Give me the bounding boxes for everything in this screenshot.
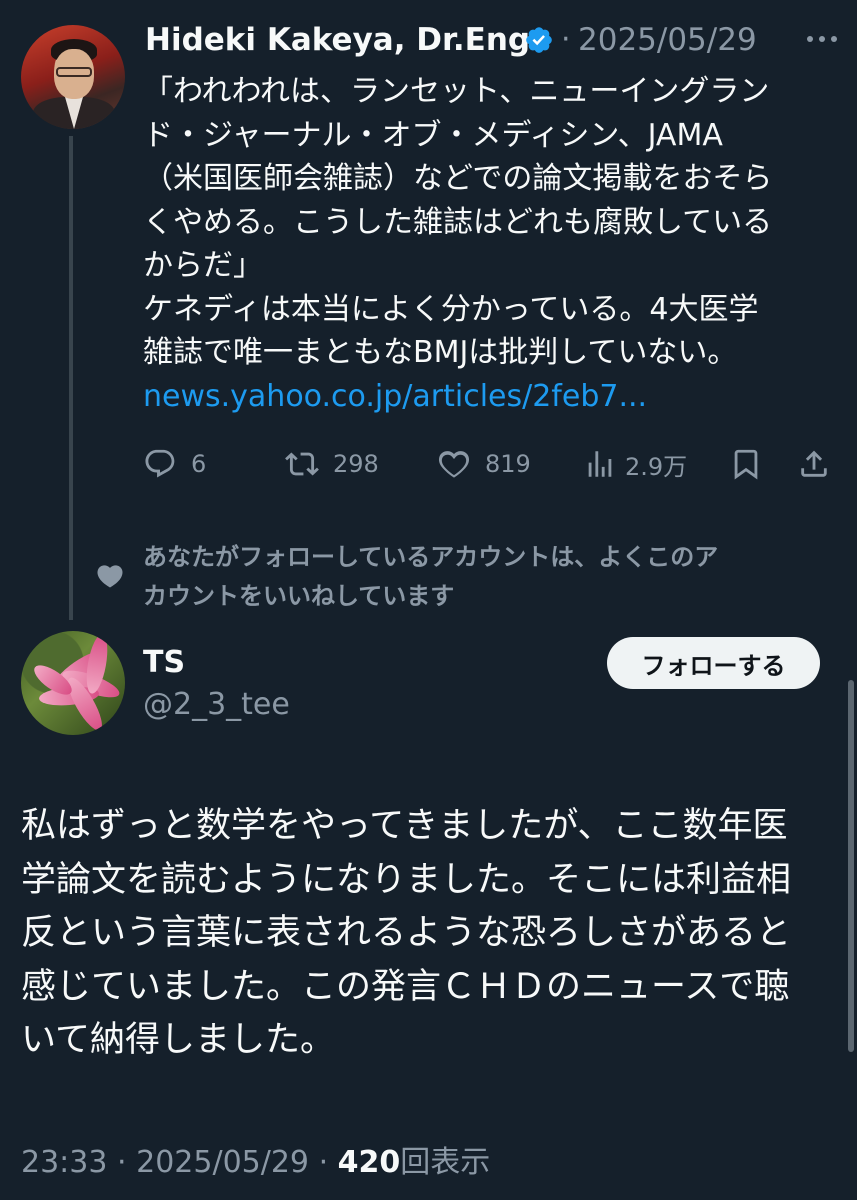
view-count-label: 回表示 <box>400 1145 491 1180</box>
share-button[interactable] <box>797 442 831 486</box>
analytics-icon <box>588 451 612 477</box>
follow-button[interactable]: フォローする <box>607 637 820 689</box>
quoted-text-line: ド・ジャーナル・オブ・メディシン、JAMA <box>143 117 723 153</box>
quoted-text-line: （米国医師会雑誌）などでの論文掲載をおそら <box>143 161 773 196</box>
main-tweet-text: 私はずっと数学をやってきましたが、ここ数年医 学論文を読むようになりました。そこ… <box>21 800 841 1068</box>
reply-icon <box>145 449 175 478</box>
thread-line <box>69 136 73 620</box>
quoted-text-line: からだ」 <box>143 248 263 283</box>
quoted-author-avatar[interactable] <box>21 25 125 129</box>
social-context-line: あなたがフォローしているアカウントは、よくこのア <box>143 543 719 571</box>
main-text-line: 感じていました。この発言ＣＨＤのニュースで聴 <box>21 966 790 1007</box>
like-button[interactable]: 819 <box>437 442 531 486</box>
quoted-text-line: くやめる。こうした雑誌はどれも腐敗している <box>143 204 773 240</box>
tweet-time[interactable]: 23:33 <box>21 1145 107 1180</box>
main-text-line: いて納得しました。 <box>21 1020 335 1060</box>
article-link[interactable]: news.yahoo.co.jp/articles/2feb7... <box>143 375 843 419</box>
repost-button[interactable]: 298 <box>285 442 379 486</box>
quoted-date[interactable]: 2025/05/29 <box>578 22 757 58</box>
social-context-line: カウントをいいねしています <box>143 582 455 610</box>
bookmark-icon <box>734 449 758 480</box>
separator-dot: · <box>318 1145 329 1180</box>
reply-count: 6 <box>191 450 207 478</box>
tweet-meta: 23:33 · 2025/05/29 · 420回表示 <box>21 1137 490 1181</box>
like-icon <box>438 451 470 478</box>
main-text-line: 反という言葉に表されるような恐ろしさがあると <box>21 913 792 953</box>
social-context: あなたがフォローしているアカウントは、よくこのア カウントをいいねしています <box>143 538 843 616</box>
heart-icon <box>97 565 123 588</box>
quoted-author-name[interactable]: Hideki Kakeya, Dr.Eng. <box>145 22 542 58</box>
separator-dot: · <box>561 22 571 57</box>
separator-dot: · <box>117 1145 127 1180</box>
quoted-tweet-text: 「われわれは、ランセット、ニューイングラン ド・ジャーナル・オブ・メディシン、J… <box>143 70 843 418</box>
view-count-number: 420 <box>337 1145 401 1180</box>
tweet-date[interactable]: 2025/05/29 <box>136 1145 309 1180</box>
more-icon[interactable] <box>807 36 837 44</box>
verified-badge-icon <box>526 27 552 53</box>
repost-count: 298 <box>333 450 379 478</box>
main-text-line: 学論文を読むようになりました。そこには利益相 <box>21 859 792 900</box>
main-text-line: 私はずっと数学をやってきましたが、ここ数年医 <box>21 806 788 846</box>
like-count: 819 <box>485 450 531 478</box>
quoted-action-bar: 6 298 819 2.9万 <box>143 442 843 486</box>
share-icon <box>801 450 827 477</box>
main-author-name[interactable]: TS <box>143 645 185 680</box>
quoted-text-line: 「われわれは、ランセット、ニューイングラン <box>143 74 770 109</box>
repost-icon <box>285 452 319 476</box>
main-author-handle[interactable]: @2_3_tee <box>143 687 290 722</box>
reply-button[interactable]: 6 <box>143 442 206 486</box>
bookmark-button[interactable] <box>729 442 763 486</box>
main-author-avatar[interactable] <box>21 631 125 735</box>
analytics-button[interactable]: 2.9万 <box>583 442 687 486</box>
quoted-text-line: 雑誌で唯一まともなBMJは批判していない。 <box>143 335 738 370</box>
scrollbar[interactable] <box>848 680 854 1052</box>
quoted-text-line: ケネディは本当によく分かっている。4大医学 <box>143 291 759 327</box>
view-count: 2.9万 <box>625 452 688 481</box>
